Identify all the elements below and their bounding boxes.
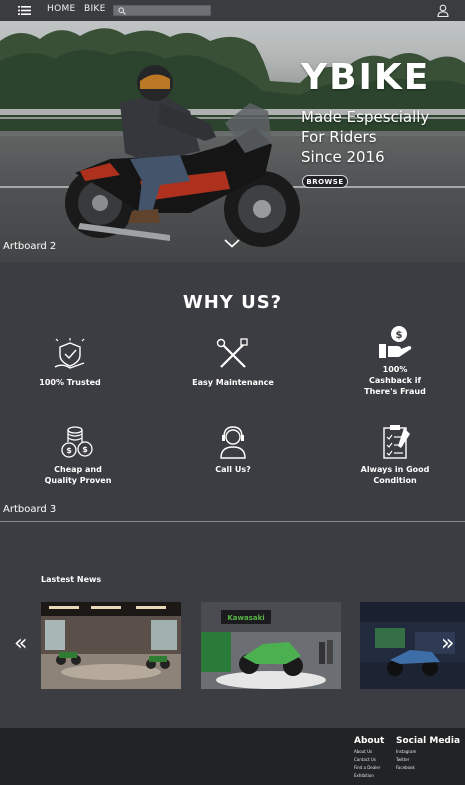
- feature-good-condition: Always in Good Condition: [325, 424, 465, 486]
- trust-shield-icon: [54, 338, 85, 369]
- footer-link[interactable]: Facebook: [396, 764, 460, 772]
- news-title: Lastest News: [41, 575, 102, 584]
- feature-maintenance: Easy Maintenance: [163, 337, 303, 388]
- footer-link[interactable]: About Us: [354, 748, 384, 756]
- tools-icon: [216, 338, 248, 368]
- feature-label: 100% Trusted: [39, 378, 101, 387]
- footer-link[interactable]: Contact Us: [354, 756, 384, 764]
- support-agent-icon: [220, 426, 246, 459]
- artboard-label: Artboard 3: [3, 504, 57, 515]
- footer-link[interactable]: Find a Dealer: [354, 764, 384, 772]
- footer-link[interactable]: Twitter: [396, 756, 460, 764]
- artboard-label: Artboard 2: [3, 241, 57, 252]
- next-arrow-button[interactable]: »: [441, 631, 454, 656]
- top-nav-bar: HOME BIKE: [0, 0, 465, 21]
- news-card-image: [41, 602, 181, 689]
- why-us-section: WHY US? 100% Trusted Easy Maintenance $ …: [0, 262, 465, 521]
- tagline-line: Made Espescially: [301, 108, 430, 126]
- news-card-image: Kawasaki: [201, 602, 341, 689]
- checklist-icon: [383, 425, 410, 459]
- chevron-down-icon[interactable]: [224, 239, 240, 248]
- feature-trusted: 100% Trusted: [0, 337, 140, 388]
- footer-social: Social Media Instagram Twitter Facebook: [396, 736, 460, 772]
- footer-heading: About: [354, 736, 385, 746]
- feature-label: Cheap and Quality Proven: [44, 465, 112, 485]
- nav-bike-link[interactable]: BIKE: [84, 4, 106, 14]
- cashback-icon: $: [379, 326, 412, 358]
- svg-text:$: $: [82, 445, 88, 454]
- nav-home-link[interactable]: HOME: [47, 4, 76, 14]
- footer-link[interactable]: Instagram: [396, 748, 460, 756]
- footer-about: About About Us Contact Us Find a Dealer …: [354, 736, 384, 780]
- news-card[interactable]: [41, 602, 181, 689]
- footer-link[interactable]: Exhibition: [354, 772, 384, 780]
- feature-call-us[interactable]: Call Us?: [163, 424, 303, 475]
- hero-tagline: Made Espescially For Riders Since 2016: [301, 107, 461, 167]
- news-card[interactable]: Kawasaki: [201, 602, 341, 689]
- feature-label: 100% Cashback if There's Fraud: [364, 365, 426, 396]
- browse-button[interactable]: BROWSE: [302, 175, 348, 188]
- user-icon[interactable]: [437, 4, 449, 17]
- svg-text:$: $: [66, 446, 72, 455]
- feature-cashback: $ 100% Cashback if There's Fraud: [325, 324, 465, 397]
- footer: About About Us Contact Us Find a Dealer …: [0, 728, 465, 785]
- coins-icon: $ $: [61, 426, 93, 458]
- search-icon: [118, 7, 126, 15]
- latest-news-section: Lastest News « Kawasaki »: [0, 522, 465, 728]
- feature-label: Call Us?: [215, 465, 251, 474]
- hero-banner: YBIKE Made Espescially For Riders Since …: [0, 21, 465, 262]
- prev-arrow-button[interactable]: «: [14, 631, 27, 656]
- menu-icon[interactable]: [18, 6, 31, 15]
- svg-text:$: $: [396, 330, 403, 341]
- tagline-line: For Riders: [301, 128, 377, 146]
- svg-text:Kawasaki: Kawasaki: [227, 614, 264, 622]
- feature-label: Always in Good Condition: [360, 465, 430, 485]
- footer-heading: Social Media: [396, 736, 461, 746]
- feature-cheap-quality: $ $ Cheap and Quality Proven: [8, 424, 148, 486]
- feature-label: Easy Maintenance: [192, 378, 274, 387]
- section-title: WHY US?: [182, 292, 283, 313]
- brand-title: YBIKE: [301, 57, 431, 98]
- search-input[interactable]: [113, 5, 211, 16]
- tagline-line: Since 2016: [301, 148, 385, 166]
